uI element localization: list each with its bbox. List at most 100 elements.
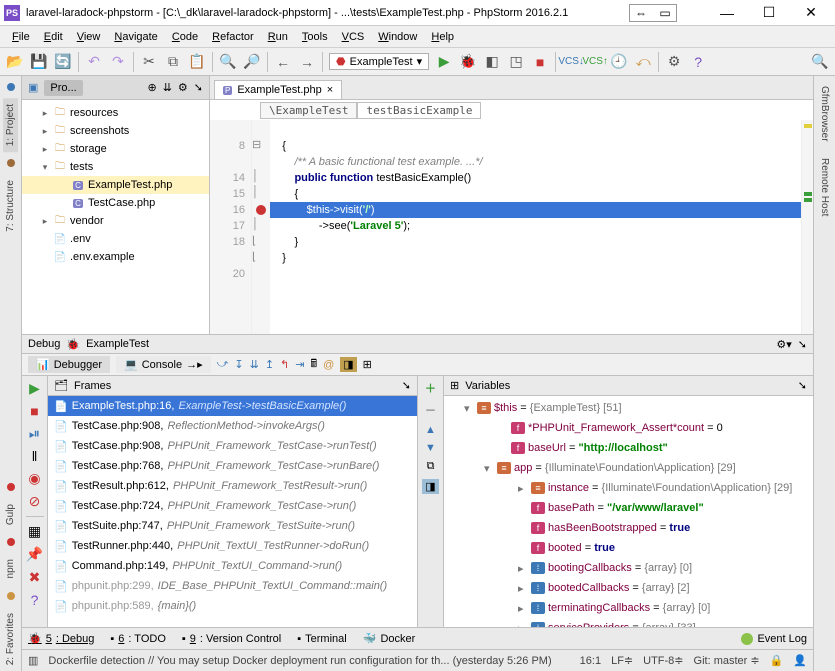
copy-icon[interactable]: ⧉ xyxy=(427,460,435,473)
redo-icon[interactable]: ↷ xyxy=(109,53,127,71)
close-debug-icon[interactable]: ✖ xyxy=(29,569,41,586)
variable-row[interactable]: ▸⁞ serviceProviders = {array} [33] xyxy=(444,618,813,627)
frame-row[interactable]: 📄 TestCase.php:724, PHPUnit_Framework_Te… xyxy=(48,496,417,516)
frame-row[interactable]: 📄 TestResult.php:612, PHPUnit_Framework_… xyxy=(48,476,417,496)
gfmbrowser-tool-tab[interactable]: GfmBrowser xyxy=(817,80,832,148)
forward-icon[interactable]: → xyxy=(298,53,316,71)
fullscreen-controls[interactable]: ⇔▭ xyxy=(629,4,677,22)
debug-hide-icon[interactable]: ➘ xyxy=(798,338,807,351)
debugger-tab[interactable]: 📊 Debugger xyxy=(28,356,110,373)
down-icon[interactable]: ▼ xyxy=(425,442,436,454)
project-view-tab[interactable]: Pro... xyxy=(44,80,82,96)
frame-row[interactable]: 📄 phpunit.php:299, IDE_Base_PHPUnit_Text… xyxy=(48,576,417,596)
frame-row[interactable]: 📄 TestCase.php:908, ReflectionMethod->in… xyxy=(48,416,417,436)
run-icon[interactable]: ▶ xyxy=(435,53,453,71)
mark-icon[interactable]: @ xyxy=(323,359,334,371)
copy-icon[interactable]: ⧉ xyxy=(164,53,182,71)
tree-item[interactable]: 📄.env xyxy=(22,230,209,248)
debug-settings-icon[interactable]: ⚙▾ xyxy=(776,338,791,351)
project-tree[interactable]: ▸🗀resources▸🗀screenshots▸🗀storage▾🗀tests… xyxy=(22,100,209,334)
help-icon[interactable]: ? xyxy=(689,53,707,71)
variable-row[interactable]: ▸⁞ bootedCallbacks = {array} [2] xyxy=(444,578,813,598)
frame-row[interactable]: 📄 TestCase.php:768, PHPUnit_Framework_Te… xyxy=(48,456,417,476)
favorites-tool-tab[interactable]: 2: Favorites xyxy=(3,607,18,671)
close-tab-icon[interactable]: × xyxy=(327,84,333,96)
settings-gear-icon[interactable]: ⚙ xyxy=(178,81,188,94)
variables-hide-icon[interactable]: ➘ xyxy=(798,379,807,392)
frames-list[interactable]: 📄 ExampleTest.php:16, ExampleTest->testB… xyxy=(48,396,417,627)
menu-view[interactable]: View xyxy=(71,29,107,45)
menu-tools[interactable]: Tools xyxy=(296,29,334,45)
tree-item[interactable]: ▾🗀tests xyxy=(22,158,209,176)
menu-vcs[interactable]: VCS xyxy=(336,29,371,45)
menu-edit[interactable]: Edit xyxy=(38,29,69,45)
variable-row[interactable]: f baseUrl = "http://localhost" xyxy=(444,438,813,458)
tree-item[interactable]: CTestCase.php xyxy=(22,194,209,212)
bottom-tab-debug[interactable]: 🐞 5: Debug xyxy=(28,632,94,645)
remote-host-tool-tab[interactable]: Remote Host xyxy=(817,152,832,222)
pause-icon[interactable]: ‖ xyxy=(32,448,38,464)
lock-icon[interactable]: 🔒 xyxy=(770,654,784,667)
step-into-icon[interactable]: ↧ xyxy=(234,358,243,371)
breadcrumb-class[interactable]: \ExampleTest xyxy=(260,102,357,119)
run-config-selector[interactable]: ⬣ ExampleTest ▾ xyxy=(329,53,429,70)
add-watch-icon[interactable]: ＋ xyxy=(425,380,436,396)
menu-window[interactable]: Window xyxy=(372,29,423,45)
mute-breakpoints-icon[interactable]: ⊘ xyxy=(29,493,41,510)
breakpoint-icon[interactable] xyxy=(256,205,266,215)
frame-row[interactable]: 📄 ExampleTest.php:16, ExampleTest->testB… xyxy=(48,396,417,416)
profile-icon[interactable]: ◳ xyxy=(507,53,525,71)
coverage-icon[interactable]: ◧ xyxy=(483,53,501,71)
tree-item[interactable]: ▸🗀resources xyxy=(22,104,209,122)
force-step-into-icon[interactable]: ⇊ xyxy=(250,358,259,371)
minimize-button[interactable]: — xyxy=(707,2,747,24)
editor-gutter[interactable]: 8141516171820 xyxy=(210,120,252,334)
bottom-tab-todo[interactable]: ▪ 6: TODO xyxy=(110,633,166,645)
close-button[interactable]: ✕ xyxy=(791,2,831,24)
layout-settings-icon[interactable]: ⊞ xyxy=(363,358,372,371)
show-watches-icon[interactable]: ◨ xyxy=(422,479,438,494)
rerun-icon[interactable]: ▶ xyxy=(29,380,40,397)
variable-row[interactable]: f basePath = "/var/www/laravel" xyxy=(444,498,813,518)
run-to-cursor-icon[interactable]: ⇥ xyxy=(295,358,304,371)
caret-position[interactable]: 16:1 xyxy=(580,655,601,667)
tree-item[interactable]: ▸🗀vendor xyxy=(22,212,209,230)
history-icon[interactable]: 🕘 xyxy=(610,53,628,71)
frame-row[interactable]: 📄 TestSuite.php:747, PHPUnit_Framework_T… xyxy=(48,516,417,536)
status-toggle-icon[interactable]: ▥ xyxy=(28,654,38,667)
npm-tool-tab[interactable]: npm xyxy=(3,553,18,584)
tree-item[interactable]: CExampleTest.php xyxy=(22,176,209,194)
paste-icon[interactable]: 📋 xyxy=(188,53,206,71)
undo-icon[interactable]: ↶ xyxy=(85,53,103,71)
tree-item[interactable]: ▸🗀screenshots xyxy=(22,122,209,140)
cut-icon[interactable]: ✂ xyxy=(140,53,158,71)
file-encoding[interactable]: UTF-8≑ xyxy=(643,654,683,667)
variables-tree[interactable]: ▾≡ $this = {ExampleTest} [51]f *PHPUnit_… xyxy=(444,396,813,627)
tree-item[interactable]: ▸🗀storage xyxy=(22,140,209,158)
menu-file[interactable]: File xyxy=(6,29,36,45)
line-separator[interactable]: LF≑ xyxy=(611,654,633,667)
frame-row[interactable]: 📄 TestCase.php:908, PHPUnit_Framework_Te… xyxy=(48,436,417,456)
variable-row[interactable]: ▸⁞ bootingCallbacks = {array} [0] xyxy=(444,558,813,578)
bottom-tab-terminal[interactable]: ▪ Terminal xyxy=(297,633,346,645)
step-out-icon[interactable]: ↥ xyxy=(265,358,274,371)
variable-row[interactable]: ▾≡ app = {Illuminate\Foundation\Applicat… xyxy=(444,458,813,478)
menu-refactor[interactable]: Refactor xyxy=(206,29,260,45)
open-icon[interactable]: 📂 xyxy=(6,53,24,71)
editor-breadcrumb[interactable]: \ExampleTest testBasicExample xyxy=(210,100,813,120)
frame-row[interactable]: 📄 Command.php:149, PHPUnit_TextUI_Comman… xyxy=(48,556,417,576)
search-everywhere-icon[interactable]: 🔍 xyxy=(811,53,829,71)
pin-icon[interactable]: 📌 xyxy=(26,546,43,563)
project-tool-tab[interactable]: 1: Project xyxy=(3,98,18,152)
hide-icon[interactable]: ➘ xyxy=(194,81,203,94)
structure-tool-tab[interactable]: 7: Structure xyxy=(3,174,18,238)
menu-run[interactable]: Run xyxy=(262,29,294,45)
event-log-tab[interactable]: Event Log xyxy=(741,633,807,645)
settings-icon[interactable]: ⚙ xyxy=(665,53,683,71)
gulp-tool-tab[interactable]: Gulp xyxy=(3,498,18,531)
save-icon[interactable]: 💾 xyxy=(30,53,48,71)
error-stripe[interactable] xyxy=(801,120,813,334)
variable-row[interactable]: ▸⁞ terminatingCallbacks = {array} [0] xyxy=(444,598,813,618)
remove-watch-icon[interactable]: － xyxy=(425,402,436,418)
bottom-tab-docker[interactable]: 🐳 Docker xyxy=(363,632,416,645)
